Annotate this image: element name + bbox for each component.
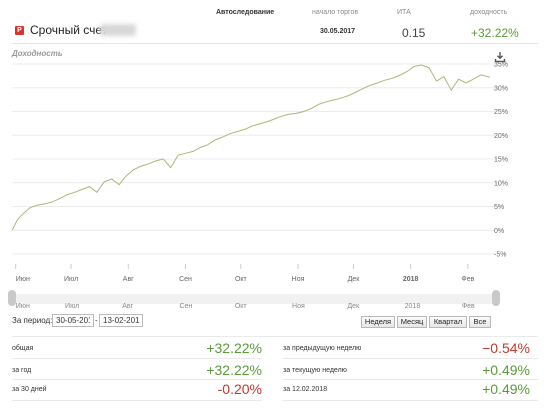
period-from-input[interactable] bbox=[52, 314, 94, 327]
period-dash: - bbox=[95, 316, 98, 325]
navigator-label: Сен bbox=[179, 303, 193, 310]
navigator-track[interactable] bbox=[12, 294, 496, 304]
stats-divider bbox=[283, 379, 538, 380]
period-week-button[interactable]: Неделя bbox=[361, 316, 395, 328]
y-tick-label: 25% bbox=[494, 109, 508, 116]
start-date-label: начало торгов bbox=[312, 9, 359, 16]
x-tick-label: Фев bbox=[461, 276, 474, 283]
chart-title: Доходность bbox=[12, 49, 63, 58]
x-tick-label: Ноя bbox=[292, 276, 305, 283]
y-axis: 35% 30% 25% 20% 15% 10% 5% 0% -5% bbox=[494, 62, 508, 259]
ita-value: 0.15 bbox=[402, 26, 426, 40]
account-type-icon: P bbox=[15, 26, 24, 35]
x-tick-label: Авг bbox=[123, 276, 134, 283]
navigator-label: Июн bbox=[15, 303, 30, 310]
navigator-label: Дек bbox=[347, 303, 360, 310]
stat-current-week-value: +0.49% bbox=[482, 362, 530, 378]
navigator-label: 2018 bbox=[404, 303, 421, 310]
period-to-input[interactable] bbox=[99, 314, 143, 327]
y-tick-label: 15% bbox=[494, 157, 508, 164]
stats-divider bbox=[283, 400, 538, 401]
period-label: За период: bbox=[12, 316, 53, 325]
stat-prev-week-value: −0.54% bbox=[482, 340, 530, 356]
y-tick-label: 35% bbox=[494, 62, 508, 69]
stat-30days-value: -0.20% bbox=[217, 381, 262, 397]
account-header: P Срочный счет Автоследование начало тор… bbox=[0, 0, 550, 42]
stat-prev-week-label: за предыдущую неделю bbox=[283, 345, 362, 352]
navigator-label: Июл bbox=[65, 303, 80, 310]
navigator-label: Окт bbox=[234, 303, 247, 310]
account-number-redacted bbox=[100, 24, 136, 36]
x-tick-label: Июн bbox=[16, 276, 30, 283]
stat-day-value: +0.49% bbox=[482, 381, 530, 397]
yield-chart[interactable]: 35% 30% 25% 20% 15% 10% 5% 0% -5% Июн Июл Авг Сен Ок… bbox=[0, 60, 550, 286]
chart-grid bbox=[12, 63, 496, 255]
x-tick-label: Сен bbox=[179, 276, 192, 283]
range-navigator[interactable]: Июн Июл Авг Сен Окт Ноя Дек 2018 Фев bbox=[8, 286, 500, 312]
yield-label: доходность bbox=[470, 9, 508, 16]
account-title[interactable]: Срочный счет bbox=[30, 23, 107, 37]
x-axis: Июн Июл Авг Сен Окт Ноя Дек 2018 Фев bbox=[15, 264, 475, 283]
header-divider bbox=[12, 43, 538, 44]
navigator-right-handle[interactable] bbox=[492, 290, 500, 306]
stats-divider bbox=[12, 400, 262, 401]
stat-total-value: +32.22% bbox=[206, 340, 262, 356]
stat-total-label: общая bbox=[12, 345, 34, 352]
yield-line bbox=[11, 64, 491, 231]
y-tick-label: 0% bbox=[494, 228, 504, 235]
yield-value: +32.22% bbox=[471, 26, 519, 40]
stat-day-label: за 12.02.2018 bbox=[283, 386, 328, 393]
navigator-label: Фев bbox=[461, 303, 475, 310]
navigator-label: Авг bbox=[122, 303, 134, 310]
stat-30days-label: за 30 дней bbox=[12, 386, 47, 393]
period-all-button[interactable]: Все bbox=[469, 316, 491, 328]
ita-label: ИТА bbox=[397, 9, 411, 16]
period-month-button[interactable]: Месяц bbox=[397, 316, 427, 328]
stat-year-value: +32.22% bbox=[206, 362, 262, 378]
start-date-value: 30.05.2017 bbox=[320, 28, 356, 35]
strategy-label[interactable]: Автоследование bbox=[216, 9, 274, 16]
y-tick-label: 30% bbox=[494, 85, 508, 92]
stats-top-divider bbox=[12, 336, 538, 337]
y-tick-label: -5% bbox=[494, 252, 506, 259]
x-tick-label: Июл bbox=[64, 276, 78, 283]
navigator-label: Ноя bbox=[292, 303, 305, 310]
y-tick-label: 10% bbox=[494, 180, 508, 187]
stats-divider bbox=[283, 358, 538, 359]
period-quarter-button[interactable]: Квартал bbox=[429, 316, 467, 328]
x-tick-label: Окт bbox=[235, 276, 248, 283]
x-tick-label: Дек bbox=[348, 276, 361, 283]
stat-current-week-label: за текущую неделю bbox=[283, 367, 347, 374]
y-tick-label: 5% bbox=[494, 204, 504, 211]
stats-divider bbox=[12, 379, 262, 380]
stat-year-label: за год bbox=[12, 367, 32, 374]
x-tick-label: 2018 bbox=[403, 276, 419, 283]
y-tick-label: 20% bbox=[494, 133, 508, 140]
stats-divider bbox=[12, 358, 262, 359]
navigator-left-handle[interactable] bbox=[8, 290, 16, 306]
